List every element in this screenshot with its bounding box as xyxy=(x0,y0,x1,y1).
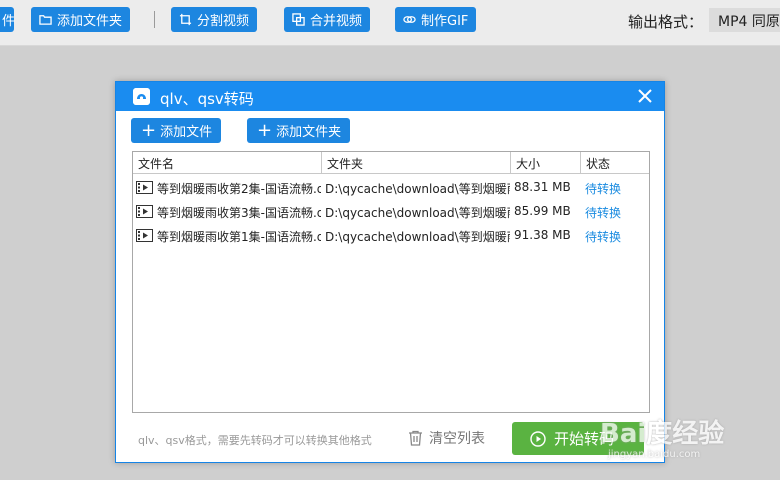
add-folder-button[interactable]: 添加文件夹 xyxy=(31,7,131,32)
size-cell: 85.99 MB xyxy=(514,204,571,218)
trash-icon xyxy=(409,430,422,446)
plus-icon: + xyxy=(141,119,157,141)
make-gif-label: 制作GIF xyxy=(421,14,469,29)
dialog-add-folder-label: 添加文件夹 xyxy=(276,125,342,140)
watermark-url: jingyan.baidu.com xyxy=(608,449,701,460)
toolbar-divider xyxy=(154,11,155,28)
plus-icon: + xyxy=(257,119,273,141)
size-cell: 91.38 MB xyxy=(514,228,571,242)
play-circle-icon xyxy=(530,430,546,447)
table-row[interactable]: 等到烟暖雨收第2集-国语流畅.q D:\qycache\download\等到烟… xyxy=(133,176,649,200)
file-name-cell: 等到烟暖雨收第3集-国语流畅.q xyxy=(157,206,321,220)
close-icon[interactable] xyxy=(636,87,654,105)
dialog-add-folder-button[interactable]: + 添加文件夹 xyxy=(247,118,351,143)
film-icon xyxy=(136,181,153,194)
size-cell: 88.31 MB xyxy=(514,180,571,194)
file-name-cell: 等到烟暖雨收第1集-国语流畅.q xyxy=(157,230,321,244)
watermark-text: Bai度经验 xyxy=(600,419,725,449)
merge-video-button[interactable]: 合并视频 xyxy=(284,7,371,32)
folder-cell: D:\qycache\download\等到烟暖雨收 xyxy=(325,206,510,220)
table-row[interactable]: 等到烟暖雨收第3集-国语流畅.q D:\qycache\download\等到烟… xyxy=(133,200,649,224)
file-name-cell: 等到烟暖雨收第2集-国语流畅.q xyxy=(157,182,321,196)
output-format-label: 输出格式： xyxy=(628,13,704,31)
app-logo-icon xyxy=(133,88,150,105)
file-list-header: 文件名 文件夹 大小 状态 xyxy=(133,152,649,174)
dialog-add-file-label: 添加文件 xyxy=(160,125,213,140)
merge-icon xyxy=(292,13,305,26)
add-file-button-partial[interactable]: 件 xyxy=(0,7,16,32)
folder-cell: D:\qycache\download\等到烟暖雨收 xyxy=(325,182,510,196)
folder-icon xyxy=(39,15,52,25)
film-icon xyxy=(136,229,153,242)
file-list[interactable]: 文件名 文件夹 大小 状态 等到烟暖雨收第2集-国语流畅.q D:\qycach… xyxy=(132,151,650,413)
merge-video-label: 合并视频 xyxy=(310,14,363,29)
split-video-label: 分割视频 xyxy=(197,14,250,29)
add-file-button-label: 件 xyxy=(2,14,16,29)
main-toolbar: 件 添加文件夹 分割视频 合并视频 制作GIF 输出格式： MP4 同原 xyxy=(0,0,780,46)
baidu-watermark: Bai度经验 jingyan.baidu.com xyxy=(600,395,750,465)
column-header-size[interactable]: 大小 xyxy=(511,152,581,174)
crop-icon xyxy=(179,13,192,26)
clear-list-button[interactable]: 清空列表 xyxy=(408,428,485,448)
table-row[interactable]: 等到烟暖雨收第1集-国语流畅.q D:\qycache\download\等到烟… xyxy=(133,224,649,248)
column-header-folder[interactable]: 文件夹 xyxy=(322,152,511,174)
split-video-button[interactable]: 分割视频 xyxy=(171,7,258,32)
dialog-titlebar: qlv、qsv转码 xyxy=(116,82,664,111)
column-header-name[interactable]: 文件名 xyxy=(133,152,322,174)
column-header-status[interactable]: 状态 xyxy=(581,152,649,174)
add-folder-label: 添加文件夹 xyxy=(57,14,123,29)
status-cell: 待转换 xyxy=(585,182,622,196)
format-hint-text: qlv、qsv格式，需要先转码才可以转换其他格式 xyxy=(138,434,372,447)
status-cell: 待转换 xyxy=(585,206,622,220)
dialog-title: qlv、qsv转码 xyxy=(160,90,254,108)
qlv-convert-dialog: qlv、qsv转码 + 添加文件 + 添加文件夹 文件名 文件夹 大小 状态 等… xyxy=(115,81,665,463)
status-cell: 待转换 xyxy=(585,230,622,244)
folder-cell: D:\qycache\download\等到烟暖雨收 xyxy=(325,230,510,244)
output-format-select[interactable]: MP4 同原 xyxy=(709,8,780,32)
film-icon xyxy=(136,205,153,218)
dialog-add-file-button[interactable]: + 添加文件 xyxy=(131,118,222,143)
make-gif-button[interactable]: 制作GIF xyxy=(395,7,477,32)
clear-list-label: 清空列表 xyxy=(429,431,485,447)
link-icon xyxy=(403,16,416,23)
